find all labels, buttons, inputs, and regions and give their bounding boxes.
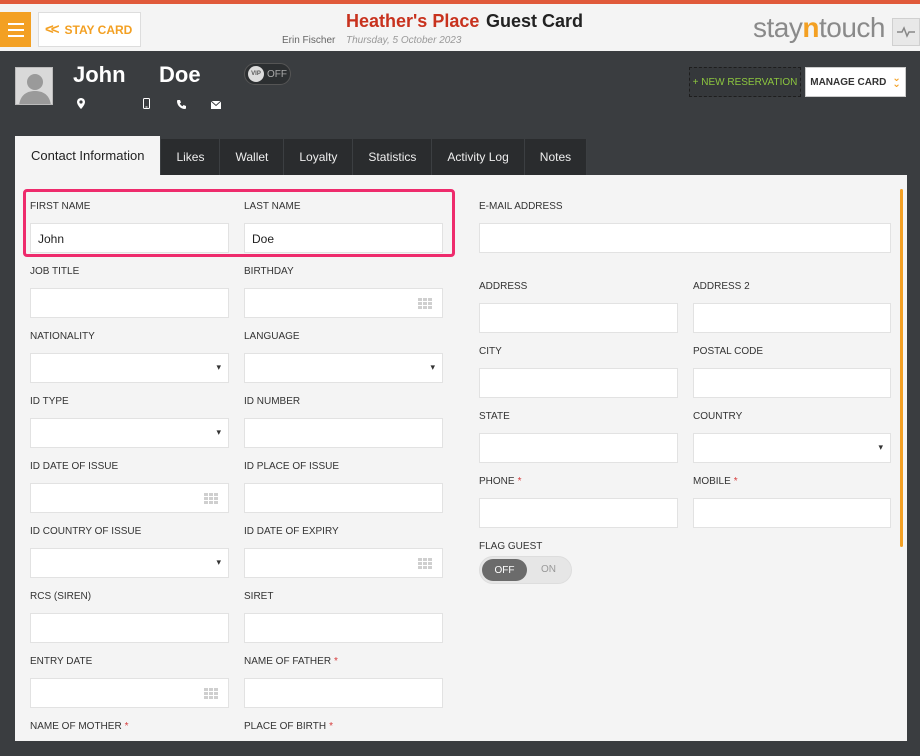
tab-activity-log[interactable]: Activity Log xyxy=(432,139,525,175)
country-select[interactable] xyxy=(693,433,891,463)
siret-field: SIRET xyxy=(244,591,443,643)
last-name-input[interactable]: Doe xyxy=(244,223,443,253)
tab-bar: Contact Information Likes Wallet Loyalty… xyxy=(15,136,588,175)
page-title: Guest Card xyxy=(486,11,584,31)
flag-guest-on: ON xyxy=(541,564,556,575)
job-title-input[interactable] xyxy=(30,288,229,318)
hotel-name: Heather's Place xyxy=(346,11,480,31)
required-marker: * xyxy=(124,721,129,732)
phone-field: PHONE * xyxy=(479,476,678,528)
country-field: COUNTRY xyxy=(693,411,891,463)
required-marker: * xyxy=(517,476,522,487)
job-title-field: JOB TITLE xyxy=(30,266,229,318)
double-chevron-left-icon: << xyxy=(45,21,59,38)
name-of-mother-field: NAME OF MOTHER * xyxy=(30,721,229,733)
vip-state: OFF xyxy=(267,68,287,80)
id-date-of-issue-input[interactable] xyxy=(30,483,229,513)
id-date-of-issue-field: ID DATE OF ISSUE xyxy=(30,461,229,513)
id-date-of-expiry-input[interactable] xyxy=(244,548,443,578)
tab-likes[interactable]: Likes xyxy=(161,139,221,175)
address-input[interactable] xyxy=(479,303,678,333)
user-name: Erin Fischer xyxy=(282,35,336,46)
name-of-father-input[interactable] xyxy=(244,678,443,708)
manage-card-button[interactable]: MANAGE CARD ⌄ ⌄ xyxy=(805,67,906,97)
top-bar: << STAY CARD Heather's Place Guest Card … xyxy=(0,0,920,51)
email-field: E-MAIL ADDRESS xyxy=(479,201,891,253)
contact-information-panel: FIRST NAME John LAST NAME Doe JOB TITLE … xyxy=(15,175,907,741)
id-country-of-issue-field: ID COUNTRY OF ISSUE xyxy=(30,526,229,578)
nationality-field: NATIONALITY xyxy=(30,331,229,383)
birthday-input[interactable] xyxy=(244,288,443,318)
vip-badge: VIP xyxy=(248,66,264,82)
guest-first-name: John xyxy=(73,62,126,87)
stay-card-button[interactable]: << STAY CARD xyxy=(38,12,141,47)
tab-contact-information[interactable]: Contact Information xyxy=(15,136,162,175)
email-icon[interactable] xyxy=(210,96,222,114)
required-marker: * xyxy=(334,656,338,667)
address-field: ADDRESS xyxy=(479,281,678,333)
city-field: CITY xyxy=(479,346,678,398)
calendar-icon xyxy=(418,558,432,570)
id-number-input[interactable] xyxy=(244,418,443,448)
id-place-of-issue-field: ID PLACE OF ISSUE xyxy=(244,461,443,513)
phone-input[interactable] xyxy=(479,498,678,528)
calendar-icon xyxy=(418,298,432,310)
location-icon[interactable] xyxy=(77,96,85,114)
mobile-input[interactable] xyxy=(693,498,891,528)
flag-guest-toggle[interactable]: OFF ON xyxy=(479,556,572,584)
id-type-field: ID TYPE xyxy=(30,396,229,448)
required-marker: * xyxy=(733,476,738,487)
language-select[interactable] xyxy=(244,353,443,383)
state-field: STATE xyxy=(479,411,678,463)
flag-guest-off: OFF xyxy=(482,559,527,581)
name-of-father-field: NAME OF FATHER * xyxy=(244,656,443,708)
first-name-field: FIRST NAME John xyxy=(30,201,229,253)
id-number-field: ID NUMBER xyxy=(244,396,443,448)
postal-code-field: POSTAL CODE xyxy=(693,346,891,398)
scrollbar[interactable] xyxy=(900,189,903,547)
tab-wallet[interactable]: Wallet xyxy=(220,139,285,175)
postal-code-input[interactable] xyxy=(693,368,891,398)
siret-input[interactable] xyxy=(244,613,443,643)
id-date-of-expiry-field: ID DATE OF EXPIRY xyxy=(244,526,443,578)
email-input[interactable] xyxy=(479,223,891,253)
language-field: LANGUAGE xyxy=(244,331,443,383)
nationality-select[interactable] xyxy=(30,353,229,383)
calendar-icon xyxy=(204,493,218,505)
double-chevron-down-icon: ⌄ ⌄ xyxy=(892,73,901,90)
hamburger-icon[interactable] xyxy=(0,12,31,47)
tab-loyalty[interactable]: Loyalty xyxy=(284,139,354,175)
mobile-icon[interactable] xyxy=(143,96,150,114)
required-marker: * xyxy=(329,721,333,732)
address2-field: ADDRESS 2 xyxy=(693,281,891,333)
id-type-select[interactable] xyxy=(30,418,229,448)
entry-date-field: ENTRY DATE xyxy=(30,656,229,708)
guest-last-name: Doe xyxy=(159,62,201,87)
vip-toggle[interactable]: VIP OFF xyxy=(244,63,291,85)
rcs-siren-input[interactable] xyxy=(30,613,229,643)
new-reservation-button[interactable]: + NEW RESERVATION xyxy=(689,67,801,97)
state-input[interactable] xyxy=(479,433,678,463)
id-place-of-issue-input[interactable] xyxy=(244,483,443,513)
tab-notes[interactable]: Notes xyxy=(524,139,588,175)
business-date: Thursday, 5 October 2023 xyxy=(346,35,462,46)
brand-logo: stayntouch xyxy=(753,12,885,43)
entry-date-input[interactable] xyxy=(30,678,229,708)
birthday-field: BIRTHDAY xyxy=(244,266,443,318)
place-of-birth-field: PLACE OF BIRTH * xyxy=(244,721,443,733)
tab-statistics[interactable]: Statistics xyxy=(353,139,433,175)
rcs-siren-field: RCS (SIREN) xyxy=(30,591,229,643)
city-input[interactable] xyxy=(479,368,678,398)
pulse-icon[interactable] xyxy=(892,18,920,46)
avatar xyxy=(15,67,53,105)
id-country-of-issue-select[interactable] xyxy=(30,548,229,578)
mobile-field: MOBILE * xyxy=(693,476,891,528)
flag-guest-field: FLAG GUEST xyxy=(479,541,543,552)
stay-card-label: STAY CARD xyxy=(64,22,133,37)
calendar-icon xyxy=(204,688,218,700)
last-name-field: LAST NAME Doe xyxy=(244,201,443,253)
first-name-input[interactable]: John xyxy=(30,223,229,253)
address2-input[interactable] xyxy=(693,303,891,333)
phone-icon[interactable] xyxy=(177,96,186,114)
